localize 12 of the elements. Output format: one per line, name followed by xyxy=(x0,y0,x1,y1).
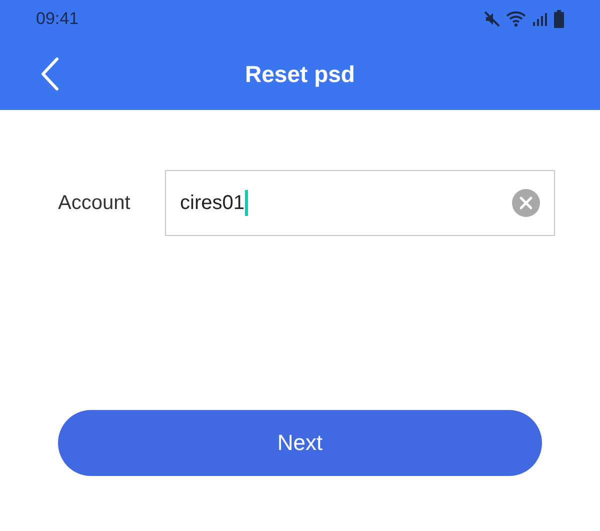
back-icon[interactable] xyxy=(40,57,60,91)
account-label: Account xyxy=(58,192,132,214)
page-title: Reset psd xyxy=(245,60,355,88)
status-time: 09:41 xyxy=(36,9,79,29)
account-field[interactable]: cires01 xyxy=(165,170,555,236)
clear-icon[interactable] xyxy=(512,189,540,217)
next-button[interactable]: Next xyxy=(58,410,542,476)
mute-icon xyxy=(484,11,500,27)
wifi-icon xyxy=(506,11,526,27)
text-cursor xyxy=(245,190,248,216)
signal-icon xyxy=(532,12,548,26)
battery-icon xyxy=(554,10,564,28)
